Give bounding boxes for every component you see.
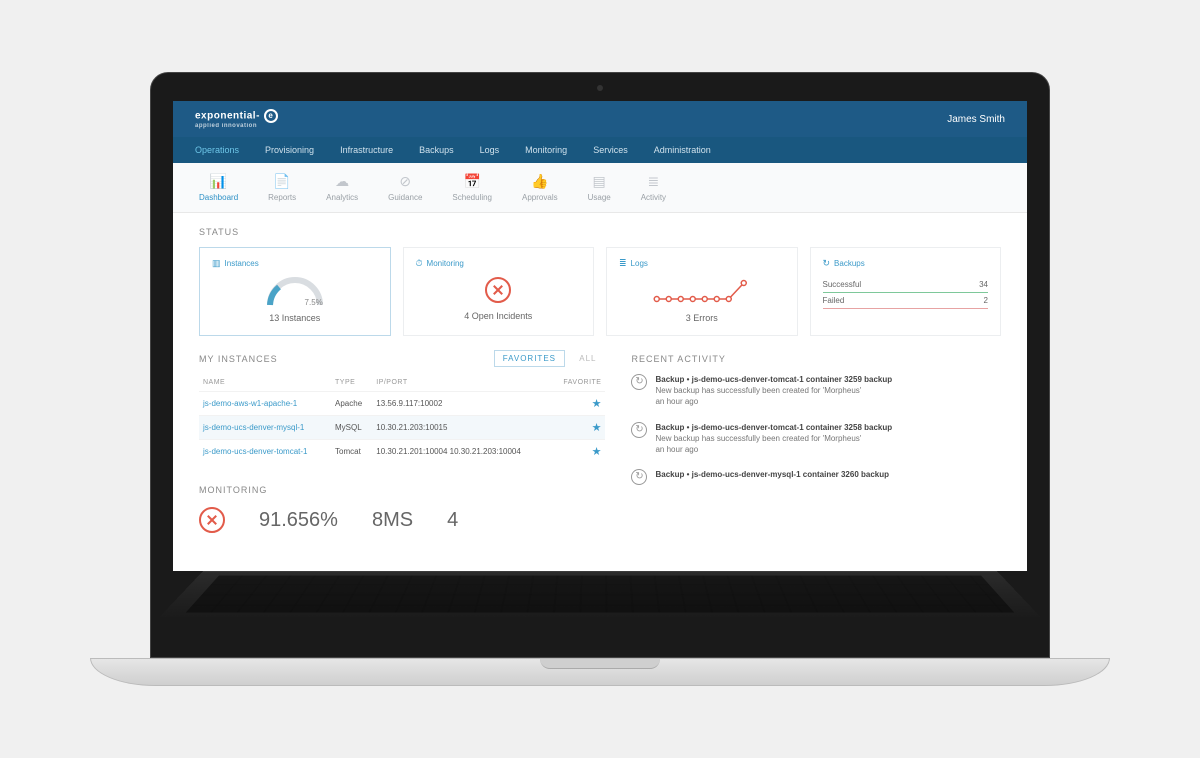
brand-logo[interactable]: exponential-e applied innovation [195,109,278,129]
logs-sparkline [619,277,785,307]
activity-icon: ≣ [641,173,666,190]
content: STATUS ▥Instances 7.5% [173,213,1027,547]
reports-icon: 📄 [268,173,296,190]
monitoring-response: 8MS [372,509,413,532]
col-type[interactable]: TYPE [331,374,372,392]
monitoring-summary-row: 91.656% 8MS 4 [199,507,605,533]
nav-operations[interactable]: Operations [195,145,239,155]
logs-card-icon: ≣ [619,258,627,269]
monitoring-card-icon: ⏱ [416,258,423,269]
instance-link[interactable]: js-demo-ucs-denver-mysql-1 [203,423,304,432]
status-card-monitoring[interactable]: ⏱Monitoring 4 Open Incidents [403,247,595,336]
status-card-instances[interactable]: ▥Instances 7.5% 13 Instances [199,247,391,336]
sub-nav: 📊 Dashboard 📄 Reports ☁ Analytics ⊘ Guid… [173,163,1027,213]
monitoring-heading: MONITORING [199,485,605,495]
main-nav: Operations Provisioning Infrastructure B… [173,137,1027,163]
monitoring-availability: 91.656% [259,509,338,532]
analytics-icon: ☁ [326,173,358,190]
laptop-keyboard [160,571,1041,617]
table-row[interactable]: js-demo-ucs-denver-mysql-1 MySQL 10.30.2… [199,416,605,440]
instances-gauge: 7.5% [265,277,325,307]
status-card-backups[interactable]: ↻Backups Successful 34 Failed 2 [810,247,1002,336]
refresh-icon [631,469,647,485]
brand-tagline: applied innovation [195,123,278,129]
refresh-icon [631,422,647,438]
laptop-notch [540,659,660,669]
laptop-base [90,658,1110,686]
brand-name: exponential- [195,111,260,122]
laptop-bezel: exponential-e applied innovation James S… [150,72,1050,658]
status-heading: STATUS [199,227,1001,237]
guidance-icon: ⊘ [388,173,422,190]
status-cards: ▥Instances 7.5% 13 Instances [199,247,1001,336]
scheduling-icon: 📅 [452,173,492,190]
monitoring-summary: 4 Open Incidents [416,311,582,321]
subnav-approvals[interactable]: 👍 Approvals [522,173,558,202]
laptop-camera [597,85,603,91]
refresh-icon [631,374,647,390]
star-icon[interactable]: ★ [551,392,605,416]
tab-all[interactable]: ALL [570,350,605,367]
activity-item[interactable]: Backup • js-demo-ucs-denver-tomcat-1 con… [631,374,1001,408]
nav-logs[interactable]: Logs [480,145,500,155]
star-icon[interactable]: ★ [551,416,605,440]
laptop-frame: exponential-e applied innovation James S… [150,72,1050,686]
table-row[interactable]: js-demo-aws-w1-apache-1 Apache 13.56.9.1… [199,392,605,416]
backup-row-failed: Failed 2 [823,293,989,309]
instance-link[interactable]: js-demo-ucs-denver-tomcat-1 [203,447,307,456]
star-icon[interactable]: ★ [551,440,605,464]
nav-monitoring[interactable]: Monitoring [525,145,567,155]
dashboard-icon: 📊 [199,173,238,190]
monitoring-status-icon [199,507,225,533]
subnav-guidance[interactable]: ⊘ Guidance [388,173,422,202]
backups-card-icon: ↻ [823,258,831,269]
instance-link[interactable]: js-demo-aws-w1-apache-1 [203,399,297,408]
nav-provisioning[interactable]: Provisioning [265,145,314,155]
subnav-usage[interactable]: ▤ Usage [588,173,611,202]
col-ipport[interactable]: IP/PORT [372,374,551,392]
app-screen: exponential-e applied innovation James S… [173,101,1027,571]
user-name[interactable]: James Smith [947,114,1005,125]
instances-icon: ▥ [212,258,221,269]
usage-icon: ▤ [588,173,611,190]
table-row[interactable]: js-demo-ucs-denver-tomcat-1 Tomcat 10.30… [199,440,605,464]
logs-summary: 3 Errors [619,313,785,323]
instances-percent: 7.5% [305,298,323,307]
brand-mark-icon: e [264,109,278,123]
activity-heading: RECENT ACTIVITY [631,354,1001,364]
col-name[interactable]: NAME [199,374,331,392]
instances-summary: 13 Instances [212,313,378,323]
instances-heading: MY INSTANCES FAVORITES ALL [199,354,605,364]
instances-table: NAME TYPE IP/PORT FAVORITE js-demo-aws-w… [199,374,605,463]
col-favorite[interactable]: FAVORITE [551,374,605,392]
nav-infrastructure[interactable]: Infrastructure [340,145,393,155]
subnav-scheduling[interactable]: 📅 Scheduling [452,173,492,202]
monitoring-incidents: 4 [447,509,458,532]
incidents-icon [485,277,511,303]
activity-item[interactable]: Backup • js-demo-ucs-denver-mysql-1 cont… [631,469,1001,485]
instances-tabs: FAVORITES ALL [492,354,606,363]
subnav-dashboard[interactable]: 📊 Dashboard [199,173,238,202]
nav-services[interactable]: Services [593,145,628,155]
tab-favorites[interactable]: FAVORITES [494,350,565,367]
status-card-logs[interactable]: ≣Logs [606,247,798,336]
activity-item[interactable]: Backup • js-demo-ucs-denver-tomcat-1 con… [631,422,1001,456]
nav-administration[interactable]: Administration [654,145,711,155]
nav-backups[interactable]: Backups [419,145,454,155]
topbar: exponential-e applied innovation James S… [173,101,1027,137]
subnav-reports[interactable]: 📄 Reports [268,173,296,202]
approvals-icon: 👍 [522,173,558,190]
subnav-activity[interactable]: ≣ Activity [641,173,666,202]
subnav-analytics[interactable]: ☁ Analytics [326,173,358,202]
backup-row-success: Successful 34 [823,277,989,293]
